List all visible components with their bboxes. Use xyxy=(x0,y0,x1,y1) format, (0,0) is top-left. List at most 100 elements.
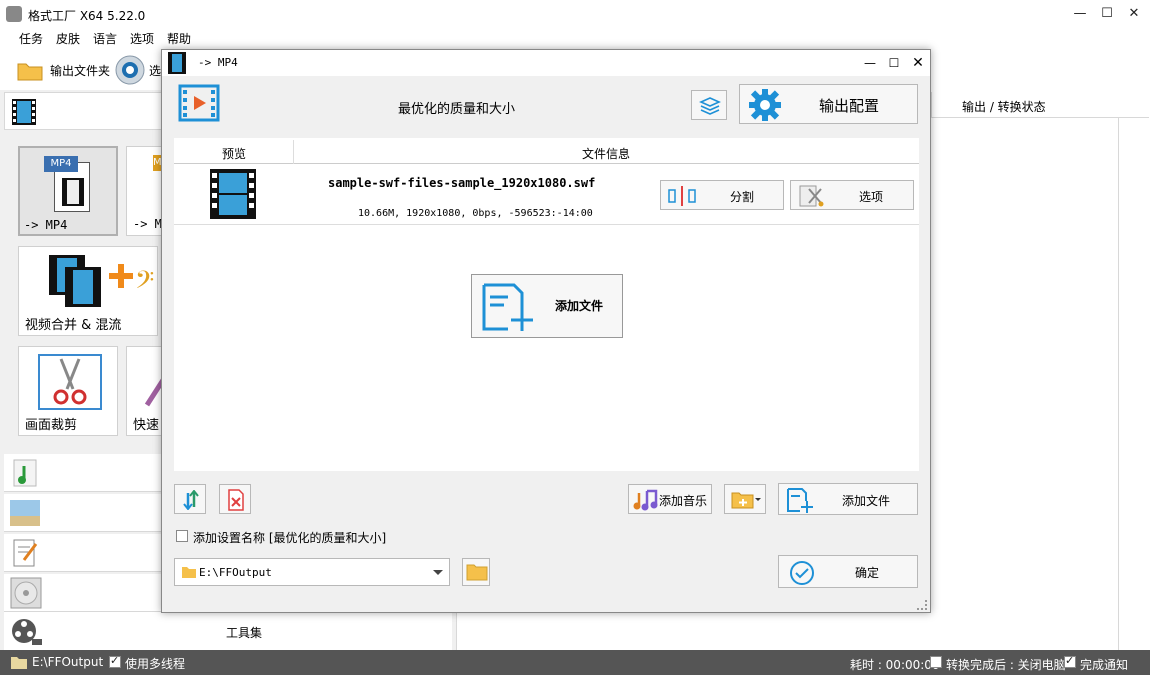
dialog-header: 最优化的质量和大小 输出配置 xyxy=(162,76,930,138)
layers-button[interactable] xyxy=(691,90,727,120)
output-path-value: E:\FFOutput xyxy=(199,566,272,579)
ok-label: 确定 xyxy=(855,566,880,580)
dialog-minimize-button[interactable]: — xyxy=(860,53,880,73)
sort-arrows-icon xyxy=(183,490,199,510)
layers-icon xyxy=(699,97,721,115)
music-notes-icon xyxy=(633,489,658,511)
menu-task[interactable]: 任务 xyxy=(19,30,43,47)
add-music-label: 添加音乐 xyxy=(659,494,708,508)
tile-quick[interactable]: 快速 xyxy=(126,346,167,436)
column-file-info: 文件信息 xyxy=(582,147,631,161)
elapsed-time: 耗时 : 00:00:00 xyxy=(850,658,940,672)
options-toolbar-label: 选 xyxy=(149,64,162,78)
merge-film-icon: 𝄢 xyxy=(49,255,154,307)
document-edit-icon xyxy=(13,539,38,567)
menu-options[interactable]: 选项 xyxy=(130,30,154,47)
tile-video-merge-label: 视频合并 & 混流 xyxy=(25,318,122,333)
tile-to-mp4-label: -> MP4 xyxy=(24,218,68,232)
remove-file-icon xyxy=(228,489,244,511)
options-gear-icon xyxy=(115,55,145,85)
dialog-close-button[interactable]: ✕ xyxy=(908,53,928,73)
file-list-area: 预览 文件信息 sample-swf-files-sample_1920x108… xyxy=(174,138,919,471)
output-config-label: 输出配置 xyxy=(819,97,880,115)
output-folder-button[interactable]: 输出文件夹 xyxy=(14,56,110,84)
add-music-button[interactable]: 添加音乐 xyxy=(628,484,712,514)
add-file-small-icon xyxy=(787,488,813,513)
split-icon xyxy=(668,186,696,206)
menu-skin[interactable]: 皮肤 xyxy=(56,30,80,47)
convert-dialog: -> MP4 — ☐ ✕ 最优化的质量和大小 输出配置 预览 文件信息 samp… xyxy=(161,49,931,613)
file-meta: 10.66M, 1920x1080, 0bps, -596523:-14:00 xyxy=(358,208,593,219)
gear-icon xyxy=(749,89,781,121)
add-file-bottom-label: 添加文件 xyxy=(842,494,891,508)
file-row[interactable]: sample-swf-files-sample_1920x1080.swf 10… xyxy=(174,164,919,225)
statusbar: E:\FFOutput 使用多线程 耗时 : 00:00:00 转换完成后 : … xyxy=(0,650,1150,675)
chevron-down-icon xyxy=(433,570,443,575)
music-note-icon xyxy=(13,459,37,487)
options-label: 选项 xyxy=(859,190,884,204)
setting-name-checkbox[interactable] xyxy=(176,530,188,542)
add-file-center-label: 添加文件 xyxy=(555,299,604,313)
dialog-maximize-button[interactable]: ☐ xyxy=(884,53,904,73)
svg-text:𝄢: 𝄢 xyxy=(135,266,154,301)
tile-crop[interactable]: 画面裁剪 xyxy=(18,346,118,436)
video-play-icon xyxy=(178,84,220,122)
close-button[interactable]: ✕ xyxy=(1120,4,1148,24)
column-divider xyxy=(293,140,294,164)
quality-preset-label[interactable]: 最优化的质量和大小 xyxy=(398,98,515,117)
remove-button[interactable] xyxy=(219,484,251,514)
preview-film-thumbnail xyxy=(210,169,256,219)
add-folder-button[interactable] xyxy=(724,484,766,514)
disc-icon xyxy=(10,577,42,609)
multithread-checkbox[interactable] xyxy=(109,654,121,668)
statusbar-path: E:\FFOutput xyxy=(32,655,104,669)
options-toolbar-button[interactable]: 选 xyxy=(114,54,162,86)
path-folder-icon xyxy=(182,567,196,578)
split-label: 分割 xyxy=(730,190,755,204)
toolbox-category-row[interactable]: 工具集 xyxy=(4,612,452,650)
right-panel-scroll-edge xyxy=(1118,118,1119,650)
landscape-image-icon xyxy=(10,500,40,526)
browse-folder-button[interactable] xyxy=(462,558,490,586)
tile-to-m[interactable]: M -> M xyxy=(126,146,167,236)
minimize-button[interactable]: — xyxy=(1066,4,1094,24)
tile-video-merge[interactable]: 𝄢 视频合并 & 混流 xyxy=(18,246,158,336)
menu-help[interactable]: 帮助 xyxy=(167,30,191,47)
film-reel-icon xyxy=(12,619,42,645)
multithread-label: 使用多线程 xyxy=(125,657,186,671)
output-path-select[interactable]: E:\FFOutput xyxy=(174,558,450,586)
app-title: 格式工厂 X64 5.22.0 xyxy=(28,9,146,23)
statusbar-folder-icon xyxy=(11,657,27,669)
notify-label: 完成通知 xyxy=(1080,658,1129,672)
output-status-header: 输出 / 转换状态 xyxy=(931,92,1149,118)
options-button[interactable]: 选项 xyxy=(790,180,914,210)
scissors-document-icon xyxy=(799,185,824,207)
film-icon xyxy=(12,99,36,125)
after-convert-label[interactable]: 转换完成后 : 关闭电脑 xyxy=(946,656,1066,673)
dialog-titlebar: -> MP4 — ☐ ✕ xyxy=(162,50,930,76)
after-convert-checkbox[interactable] xyxy=(930,656,942,668)
maximize-button[interactable]: ☐ xyxy=(1093,4,1121,24)
output-status-header-label: 输出 / 转换状态 xyxy=(962,100,1046,114)
file-list-header: 预览 文件信息 xyxy=(174,140,919,164)
column-preview: 预览 xyxy=(222,147,247,161)
ok-button[interactable]: 确定 xyxy=(778,555,918,588)
resize-grip-icon[interactable] xyxy=(917,600,927,610)
add-file-center-button[interactable]: 添加文件 xyxy=(471,274,623,338)
dialog-film-icon xyxy=(168,52,186,74)
tile-to-mp4[interactable]: MP4 -> MP4 xyxy=(18,146,118,236)
sort-button[interactable] xyxy=(174,484,206,514)
add-file-bottom-button[interactable]: 添加文件 xyxy=(778,483,918,515)
browse-folder-icon xyxy=(466,564,488,581)
tile-to-m-label: -> M xyxy=(133,217,162,231)
tile-quick-label: 快速 xyxy=(133,418,160,433)
notify-checkbox[interactable] xyxy=(1064,654,1076,668)
folder-icon xyxy=(17,63,43,81)
menu-language[interactable]: 语言 xyxy=(93,30,117,47)
scissors-icon xyxy=(38,354,102,410)
mp4-file-icon: MP4 xyxy=(44,154,94,214)
tile-crop-label: 画面裁剪 xyxy=(25,418,78,433)
setting-name-label[interactable]: 添加设置名称 [最优化的质量和大小] xyxy=(193,529,386,546)
split-button[interactable]: 分割 xyxy=(660,180,784,210)
output-config-button[interactable]: 输出配置 xyxy=(739,84,918,124)
